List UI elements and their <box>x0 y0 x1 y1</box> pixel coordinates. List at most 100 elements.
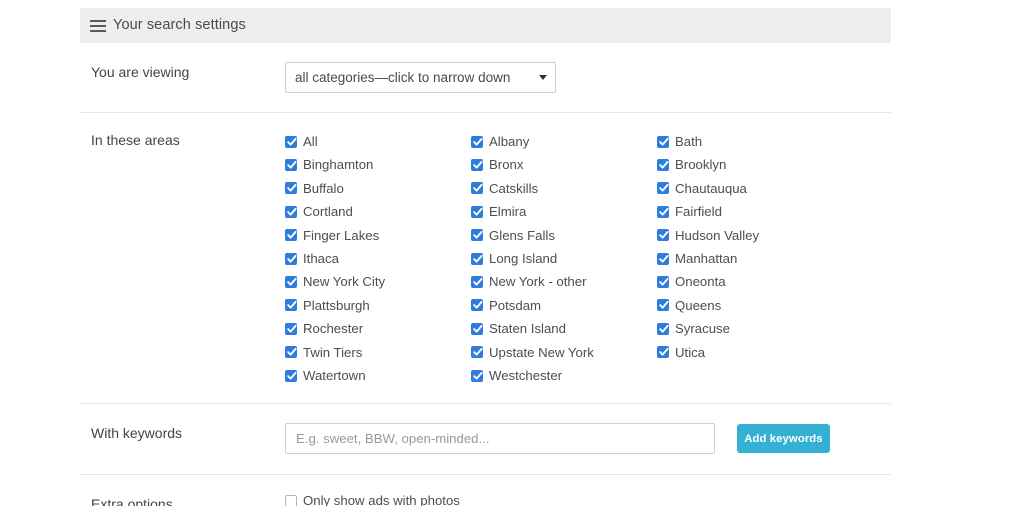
area-checkbox[interactable] <box>471 346 483 359</box>
hamburger-icon[interactable] <box>90 19 106 32</box>
area-checkbox[interactable] <box>657 159 669 172</box>
row-in-these-areas: In these areas All Albany Bath Binghamton Br… <box>80 113 891 405</box>
area-checkbox-label: Catskills <box>489 180 539 196</box>
area-checkbox[interactable] <box>471 229 483 242</box>
area-checkbox-label: Bronx <box>489 157 524 173</box>
area-checkbox-label: Finger Lakes <box>303 227 380 243</box>
area-checkbox[interactable] <box>471 369 483 382</box>
area-checkbox[interactable] <box>657 276 669 289</box>
area-checkbox[interactable] <box>657 322 669 335</box>
area-checkbox[interactable] <box>657 299 669 312</box>
area-checkbox[interactable] <box>471 135 483 148</box>
area-checkbox[interactable] <box>285 322 297 335</box>
keywords-controls: Add keywords <box>285 423 891 455</box>
area-checkbox-item[interactable]: Catskills <box>471 177 657 200</box>
area-checkbox[interactable] <box>285 346 297 359</box>
area-checkbox[interactable] <box>471 299 483 312</box>
area-checkbox-label: All <box>303 134 318 150</box>
area-checkbox-item[interactable]: Westchester <box>471 364 657 387</box>
area-checkbox[interactable] <box>657 182 669 195</box>
area-checkbox[interactable] <box>657 252 669 265</box>
area-checkbox-label: Manhattan <box>675 251 738 267</box>
area-checkbox-label: Syracuse <box>675 321 730 337</box>
area-checkbox[interactable] <box>285 299 297 312</box>
area-checkbox[interactable] <box>285 369 297 382</box>
area-checkbox-label: Buffalo <box>303 180 344 196</box>
area-checkbox-item[interactable]: New York City <box>285 270 471 293</box>
area-checkbox-item[interactable]: Albany <box>471 130 657 153</box>
area-checkbox-item[interactable]: Upstate New York <box>471 341 657 364</box>
area-checkbox-label: Queens <box>675 297 722 313</box>
area-checkbox-item[interactable]: Ithaca <box>285 247 471 270</box>
area-checkbox-item[interactable]: Bronx <box>471 153 657 176</box>
area-checkbox-label: Albany <box>489 134 530 150</box>
area-checkbox-item[interactable]: Potsdam <box>471 294 657 317</box>
keywords-input[interactable] <box>285 423 715 455</box>
area-checkbox-item[interactable]: Twin Tiers <box>285 341 471 364</box>
area-checkbox-label: Westchester <box>489 368 563 383</box>
area-checkbox[interactable] <box>285 135 297 148</box>
area-checkbox-item[interactable]: Queens <box>657 294 843 317</box>
only-photos-checkbox-item[interactable]: Only show ads with photos <box>285 494 891 506</box>
area-checkbox-item[interactable]: All <box>285 130 471 153</box>
area-checkbox-item[interactable]: Utica <box>657 341 843 364</box>
area-checkbox[interactable] <box>657 205 669 218</box>
area-checkbox[interactable] <box>285 252 297 265</box>
area-checkbox-item[interactable]: Long Island <box>471 247 657 270</box>
panel-header: Your search settings <box>80 8 891 43</box>
area-checkbox[interactable] <box>471 159 483 172</box>
area-checkbox-label: Utica <box>675 344 706 360</box>
page-title: Your search settings <box>113 17 246 34</box>
only-photos-checkbox[interactable] <box>285 494 297 506</box>
area-checkbox-label: Upstate New York <box>489 344 594 360</box>
area-checkbox-label: Fairfield <box>675 204 722 220</box>
area-checkbox-item[interactable]: Chautauqua <box>657 177 843 200</box>
area-checkbox-label: Bath <box>675 134 703 150</box>
row-body-with-keywords: Add keywords <box>285 423 891 455</box>
area-checkbox[interactable] <box>285 182 297 195</box>
area-checkbox-item[interactable]: Buffalo <box>285 177 471 200</box>
area-checkbox-item[interactable]: Brooklyn <box>657 153 843 176</box>
area-checkbox[interactable] <box>285 205 297 218</box>
area-checkbox-item[interactable]: Bath <box>657 130 843 153</box>
area-checkbox-label: Oneonta <box>675 274 726 290</box>
area-checkbox-item[interactable]: Syracuse <box>657 317 843 340</box>
area-checkbox[interactable] <box>657 229 669 242</box>
area-checkbox-item[interactable]: Fairfield <box>657 200 843 223</box>
area-checkbox-item[interactable]: New York - other <box>471 270 657 293</box>
area-checkbox-label: New York City <box>303 274 386 290</box>
area-checkbox-item[interactable]: Plattsburgh <box>285 294 471 317</box>
area-checkbox[interactable] <box>471 205 483 218</box>
area-checkbox[interactable] <box>285 276 297 289</box>
area-checkbox-item[interactable]: Oneonta <box>657 270 843 293</box>
area-checkbox-item[interactable]: Binghamton <box>285 153 471 176</box>
category-select[interactable]: all categories—click to narrow down <box>285 62 556 93</box>
area-checkbox-item[interactable]: Elmira <box>471 200 657 223</box>
area-checkbox-label: Chautauqua <box>675 180 747 196</box>
area-checkbox-label: Watertown <box>303 368 366 383</box>
area-checkbox-item[interactable]: Hudson Valley <box>657 224 843 247</box>
row-label-with-keywords: With keywords <box>91 425 183 442</box>
area-checkbox[interactable] <box>471 276 483 289</box>
area-checkbox[interactable] <box>285 159 297 172</box>
area-checkbox[interactable] <box>471 252 483 265</box>
area-checkbox-item[interactable]: Manhattan <box>657 247 843 270</box>
row-with-keywords: With keywords Add keywords <box>80 404 891 476</box>
area-checkbox[interactable] <box>471 182 483 195</box>
chevron-down-icon <box>539 75 547 80</box>
area-checkbox[interactable] <box>285 229 297 242</box>
area-checkbox-item[interactable]: Cortland <box>285 200 471 223</box>
area-checkbox-item[interactable]: Finger Lakes <box>285 224 471 247</box>
area-checkbox[interactable] <box>471 322 483 335</box>
row-label-you-are-viewing: You are viewing <box>91 64 190 80</box>
area-checkbox-item[interactable]: Glens Falls <box>471 224 657 247</box>
area-checkbox-item[interactable]: Watertown <box>285 364 471 387</box>
area-checkbox[interactable] <box>657 346 669 359</box>
area-checkbox-item[interactable]: Rochester <box>285 317 471 340</box>
area-checkbox-label: Rochester <box>303 321 364 337</box>
area-checkbox-label: Staten Island <box>489 321 566 337</box>
add-keywords-button[interactable]: Add keywords <box>737 424 830 454</box>
area-checkbox-item[interactable]: Staten Island <box>471 317 657 340</box>
area-checkbox[interactable] <box>657 135 669 148</box>
only-photos-label: Only show ads with photos <box>303 493 460 506</box>
